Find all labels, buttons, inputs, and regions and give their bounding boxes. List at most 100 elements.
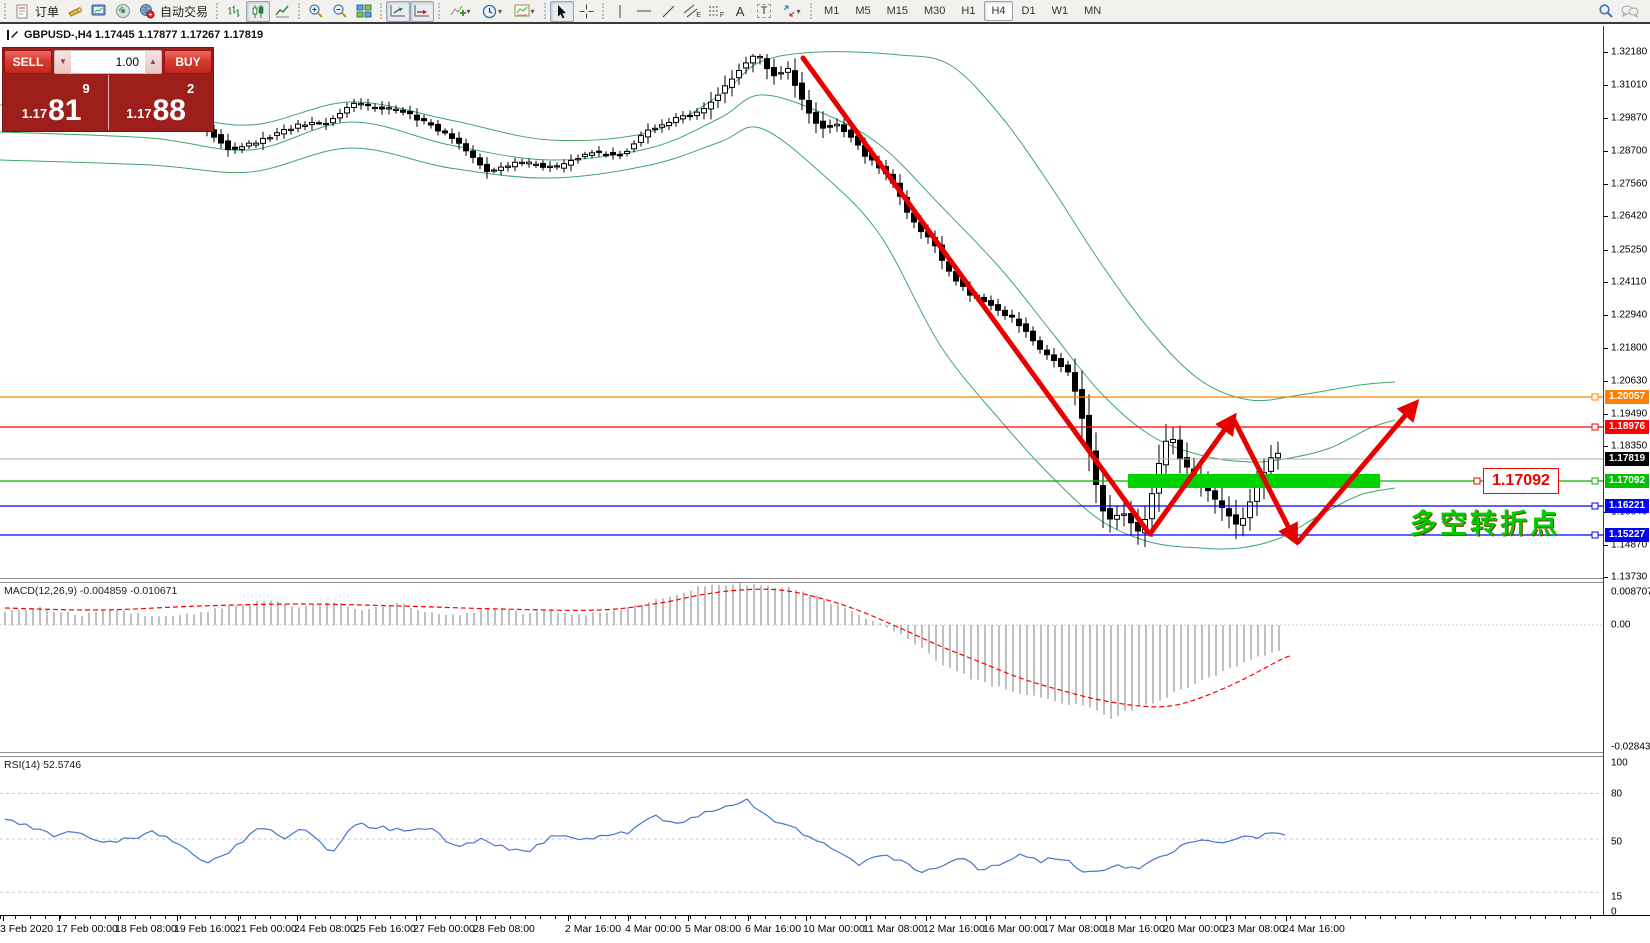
- arrows-button[interactable]: ▾: [776, 1, 806, 22]
- zoom-in-button[interactable]: [304, 1, 328, 22]
- cursor-button[interactable]: [550, 1, 574, 22]
- time-axis[interactable]: 3 Feb 202017 Feb 00:0018 Feb 08:0019 Feb…: [0, 915, 1650, 943]
- timeframe-m1[interactable]: M1: [817, 1, 846, 21]
- toolbar-grip: [438, 3, 440, 19]
- rsi-axis-label: 100: [1611, 758, 1628, 769]
- price-tick-label: 1.20630: [1611, 376, 1647, 387]
- price-tick-label: 1.29870: [1611, 113, 1647, 124]
- auto-trading-label[interactable]: 自动交易: [160, 3, 208, 20]
- equidistant-channel-button[interactable]: E: [680, 1, 704, 22]
- macd-label: MACD(12,26,9) -0.004859 -0.010671: [4, 585, 177, 597]
- monitor-chart-icon: [91, 4, 107, 18]
- vertical-line-button[interactable]: [608, 1, 632, 22]
- chevron-down-icon: ▾: [467, 7, 471, 16]
- volume-decrease-button[interactable]: ▼: [55, 51, 71, 73]
- auto-scroll-icon: [390, 4, 406, 18]
- arrows-icon: [782, 4, 796, 18]
- sell-price-main: 81: [48, 98, 81, 124]
- vertical-line-icon: [613, 4, 627, 19]
- indicators-button[interactable]: ▾: [444, 1, 476, 22]
- time-axis-label: 10 Mar 00:00: [803, 923, 865, 935]
- one-click-trading-panel: SELL ▼ ▲ BUY 1.17 81 9 1.17 88 2: [2, 47, 214, 132]
- market-watch-button[interactable]: [63, 1, 87, 22]
- chart-shift-button[interactable]: [410, 1, 434, 22]
- time-axis-label: 24 Mar 16:00: [1283, 923, 1345, 935]
- horizontal-line-button[interactable]: [632, 1, 656, 22]
- price-badge: 1.15227: [1605, 528, 1649, 542]
- timeframe-d1[interactable]: D1: [1015, 1, 1043, 21]
- macd-pane[interactable]: [0, 581, 1603, 752]
- bar-chart-button[interactable]: [222, 1, 246, 22]
- volume-increase-button[interactable]: ▲: [145, 51, 161, 73]
- text-button[interactable]: A: [728, 1, 752, 22]
- crosshair-button[interactable]: [574, 1, 598, 22]
- new-order-button[interactable]: [10, 1, 34, 22]
- timeframe-mn[interactable]: MN: [1077, 1, 1108, 21]
- price-tick-label: 1.19490: [1611, 409, 1647, 420]
- level-price-callout[interactable]: 1.17092: [1483, 468, 1559, 494]
- signal-icon: [115, 3, 131, 19]
- sell-price-pip: 9: [82, 81, 89, 96]
- time-axis-label: 11 Mar 08:00: [863, 923, 924, 935]
- horizontal-line-icon: [636, 4, 652, 18]
- time-axis-label: 23 Mar 08:00: [1223, 923, 1285, 935]
- toolbar-grip: [216, 3, 218, 19]
- turning-point-annotation[interactable]: 多空转折点: [1410, 502, 1560, 541]
- chevron-down-icon: ▾: [531, 7, 535, 16]
- new-order-label[interactable]: 订单: [35, 3, 59, 20]
- chat-button[interactable]: [1618, 1, 1642, 22]
- time-axis-label: 28 Feb 08:00: [473, 923, 535, 935]
- time-axis-label: 5 Mar 08:00: [685, 923, 741, 935]
- auto-scroll-button[interactable]: [386, 1, 410, 22]
- search-icon: [1598, 3, 1614, 19]
- zoom-out-button[interactable]: [328, 1, 352, 22]
- toolbar-grip: [810, 3, 812, 19]
- volume-input[interactable]: [71, 54, 145, 70]
- search-button[interactable]: [1594, 1, 1618, 22]
- buy-price-pip: 2: [187, 81, 194, 96]
- terminal-button[interactable]: [87, 1, 111, 22]
- timeframe-m30[interactable]: M30: [917, 1, 952, 21]
- chat-icon: [1621, 4, 1639, 19]
- main-price-pane[interactable]: [0, 26, 1603, 578]
- crosshair-icon: [579, 4, 594, 19]
- toolbar-right-group: [1594, 1, 1642, 22]
- templates-button[interactable]: ▾: [508, 1, 540, 22]
- time-axis-label: 3 Feb 2020: [0, 923, 53, 935]
- price-axis[interactable]: 1.321801.310101.298701.287001.275601.264…: [1603, 26, 1650, 915]
- line-chart-button[interactable]: [270, 1, 294, 22]
- buy-button[interactable]: BUY: [164, 50, 212, 74]
- rsi-axis-label: 15: [1611, 892, 1622, 903]
- tile-windows-button[interactable]: [352, 1, 376, 22]
- timeframe-m5[interactable]: M5: [848, 1, 877, 21]
- text-label-button[interactable]: T: [752, 1, 776, 22]
- bar-chart-icon: [227, 4, 242, 19]
- rsi-label: RSI(14) 52.5746: [4, 759, 81, 771]
- timeframe-m15[interactable]: M15: [880, 1, 915, 21]
- timeframe-h1[interactable]: H1: [954, 1, 982, 21]
- candlestick-chart-button[interactable]: [246, 1, 270, 22]
- time-axis-label: 2 Mar 16:00: [565, 923, 621, 935]
- trade-panel-prices: 1.17 81 9 1.17 88 2: [4, 75, 212, 130]
- timeframe-w1[interactable]: W1: [1045, 1, 1076, 21]
- trendline-button[interactable]: [656, 1, 680, 22]
- fibonacci-button[interactable]: F: [704, 1, 728, 22]
- chart-window[interactable]: GBPUSD-,H4 1.17445 1.17877 1.17267 1.178…: [0, 26, 1650, 943]
- trade-panel-controls: SELL ▼ ▲ BUY: [3, 48, 213, 74]
- toolbar-grip: [4, 3, 6, 19]
- buy-price[interactable]: 1.17 88 2: [109, 75, 213, 130]
- sell-button[interactable]: SELL: [4, 50, 52, 74]
- auto-trading-button[interactable]: [135, 1, 159, 22]
- sell-price[interactable]: 1.17 81 9: [4, 75, 109, 130]
- price-tick-label: 1.26420: [1611, 211, 1647, 222]
- price-tick-label: 1.13730: [1611, 572, 1647, 583]
- candlestick-chart-icon: [251, 4, 266, 19]
- time-axis-label: 21 Feb 00:00: [235, 923, 297, 935]
- rsi-pane[interactable]: [0, 755, 1603, 915]
- auto-trading-icon: [139, 3, 155, 19]
- periods-button[interactable]: ▾: [476, 1, 508, 22]
- fibo-letter: F: [720, 12, 724, 19]
- signals-button[interactable]: [111, 1, 135, 22]
- chevron-down-icon: ▾: [498, 7, 502, 16]
- timeframe-h4[interactable]: H4: [984, 1, 1012, 21]
